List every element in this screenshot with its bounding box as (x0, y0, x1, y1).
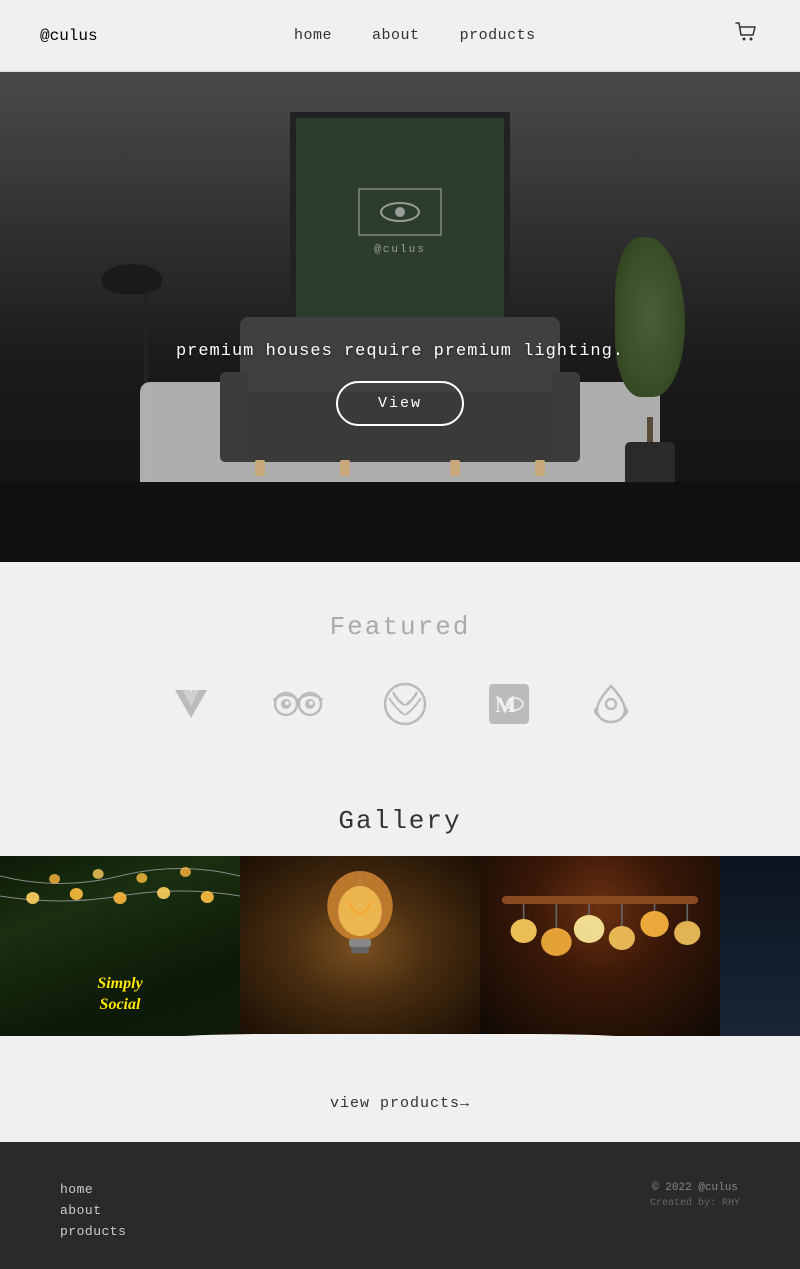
navbar: @culus home about products (0, 0, 800, 72)
hero-cta-button[interactable]: View (336, 381, 464, 426)
painting-brand: @culus (374, 244, 426, 256)
sofa-leg-4 (535, 460, 545, 476)
airbnb-logo (591, 682, 631, 726)
hero-content: premium houses require premium lighting.… (0, 342, 800, 426)
nav-products[interactable]: products (460, 27, 536, 44)
hero-section: @culus premium houses require premium li… (0, 72, 800, 562)
footer-home-link[interactable]: home (60, 1182, 126, 1197)
featured-title: Featured (40, 612, 760, 642)
nav-home[interactable]: home (294, 27, 332, 44)
cart-icon[interactable] (732, 18, 760, 53)
footer-links: home about products (60, 1182, 126, 1239)
featured-logos: M (40, 682, 760, 726)
medium-logo: M (487, 682, 531, 726)
gallery-image-4[interactable] (720, 856, 800, 1036)
featured-section: Featured (0, 562, 800, 786)
xbox-logo (383, 682, 427, 726)
hero-tagline: premium houses require premium lighting. (0, 342, 800, 361)
vultr-logo (169, 682, 213, 726)
nav-links: home about products (294, 27, 536, 44)
footer-about-link[interactable]: about (60, 1203, 126, 1218)
gallery-title: Gallery (0, 806, 800, 836)
svg-text:M: M (495, 692, 516, 717)
nav-logo[interactable]: @culus (40, 27, 98, 45)
gallery-image-1[interactable]: SimplySocial (0, 856, 240, 1036)
painting-frame (358, 188, 442, 236)
footer-copyright: © 2022 @culus (650, 1182, 740, 1194)
hero-floor (0, 482, 800, 562)
footer: home about products © 2022 @culus Create… (0, 1142, 800, 1269)
gallery-image-2[interactable] (240, 856, 480, 1036)
gallery-curve (0, 1034, 800, 1074)
hero-painting: @culus (290, 112, 510, 332)
sofa-leg-2 (340, 460, 350, 476)
view-products-link[interactable]: view products→ (330, 1095, 470, 1112)
footer-right: © 2022 @culus Created by: RHY (650, 1182, 740, 1209)
painting-eye (380, 202, 420, 222)
gallery-section: Gallery SimplySocial (0, 786, 800, 1142)
nav-about[interactable]: about (372, 27, 420, 44)
simply-social-text: SimplySocial (10, 974, 230, 1016)
footer-created: Created by: RHY (650, 1198, 740, 1209)
sofa-leg-1 (255, 460, 265, 476)
view-products-wrap: view products→ (0, 1074, 800, 1142)
gallery-strip: SimplySocial (0, 856, 800, 1036)
footer-products-link[interactable]: products (60, 1224, 126, 1239)
gallery-overlay-1: SimplySocial (10, 974, 230, 1016)
sofa-leg-3 (450, 460, 460, 476)
lamp-head (102, 264, 162, 294)
tripadvisor-logo (273, 686, 323, 722)
gallery-image-3[interactable] (480, 856, 720, 1036)
